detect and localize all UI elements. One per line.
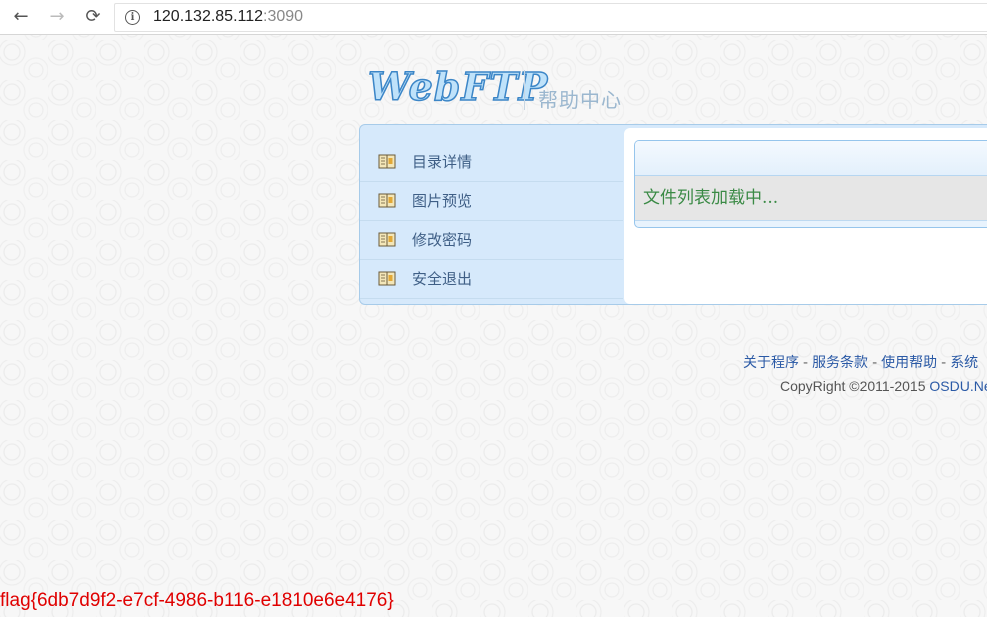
book-icon (378, 193, 396, 208)
sidebar-item-label: 目录详情 (412, 153, 473, 171)
footer-link-terms[interactable]: 服务条款 (812, 355, 868, 371)
copyright-link[interactable]: OSDU.Net (929, 378, 987, 394)
url-text[interactable]: 120.132.85.112:3090 (153, 8, 303, 26)
browser-toolbar: ← → ⟳ i 120.132.85.112:3090 (0, 0, 987, 35)
book-icon (378, 271, 396, 286)
forward-arrow-icon[interactable]: → (46, 6, 68, 28)
footer-separator: - (803, 355, 809, 371)
sidebar-item-directory[interactable]: 目录详情 (360, 143, 623, 182)
sidebar-item-change-password[interactable]: 修改密码 (360, 221, 623, 260)
copyright-text: CopyRight ©2011-2015 (780, 378, 930, 394)
url-host: 120.132.85.112 (153, 8, 264, 25)
reload-icon[interactable]: ⟳ (82, 6, 104, 28)
footer-link-system[interactable]: 系统 (950, 355, 978, 371)
footer-link-about[interactable]: 关于程序 (743, 355, 799, 371)
address-bar[interactable]: i 120.132.85.112:3090 (114, 3, 987, 32)
footer-link-help[interactable]: 使用帮助 (881, 355, 937, 371)
content-area: 文件列表加载中... (624, 128, 987, 304)
loading-message: 文件列表加载中... (643, 188, 779, 208)
help-center-title: 帮助中心 (538, 88, 622, 112)
info-icon[interactable]: i (125, 10, 140, 25)
file-list-box: 文件列表加载中... (634, 140, 987, 228)
sidebar-item-logout[interactable]: 安全退出 (360, 260, 623, 299)
sidebar-menu: 目录详情 图片预览 修改密码 安全退出 (360, 143, 623, 299)
logo-divider (524, 70, 525, 110)
footer-separator: - (872, 355, 878, 371)
sidebar-item-image-preview[interactable]: 图片预览 (360, 182, 623, 221)
url-port: :3090 (263, 8, 304, 25)
sidebar-item-label: 图片预览 (412, 192, 473, 210)
webftp-logo: WebFTP (367, 63, 549, 110)
book-icon (378, 154, 396, 169)
flag-text: flag{6db7d9f2-e7cf-4986-b116-e1810e6e417… (0, 590, 394, 611)
copyright: CopyRight ©2011-2015 OSDU.Net (780, 378, 987, 394)
sidebar-item-label: 安全退出 (412, 270, 473, 288)
sidebar-item-label: 修改密码 (412, 231, 473, 249)
file-list-header (635, 141, 987, 176)
footer-separator: - (941, 355, 947, 371)
book-icon (378, 232, 396, 247)
back-arrow-icon[interactable]: ← (10, 6, 32, 28)
footer-links: 关于程序 - 服务条款 - 使用帮助 - 系统 (743, 352, 978, 372)
main-panel: 目录详情 图片预览 修改密码 安全退出 文件列表加载中... (359, 124, 987, 305)
